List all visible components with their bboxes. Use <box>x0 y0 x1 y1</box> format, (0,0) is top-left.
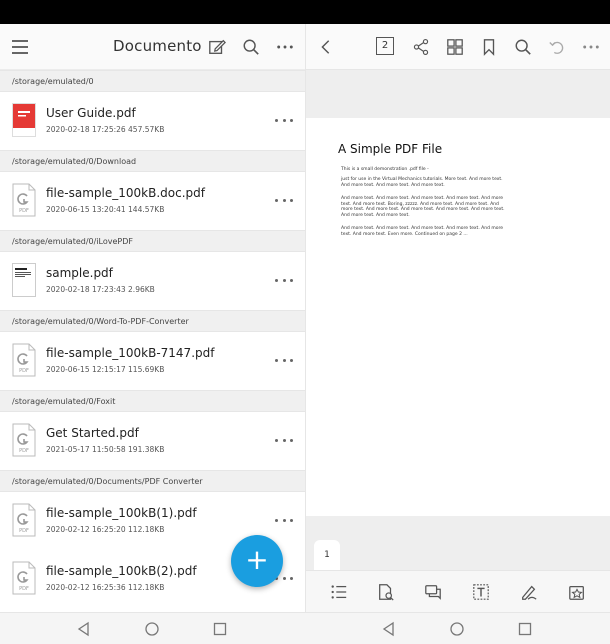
pdf-thumb-label: PDF <box>19 528 29 534</box>
page-indicator-tab[interactable]: 1 <box>314 540 340 570</box>
folder-path-header: /storage/emulated/0/Download <box>0 150 305 172</box>
pdf-file-icon <box>12 103 36 137</box>
file-list: /storage/emulated/0 User Guide.pdf 2020-02… <box>0 70 305 608</box>
pdf-paragraph: And more text. And more text. And more t… <box>341 196 505 218</box>
list-icon[interactable] <box>330 583 348 601</box>
viewer-toolbar: 2 <box>306 24 610 70</box>
undo-icon[interactable] <box>547 37 567 57</box>
signature-icon[interactable] <box>520 583 538 601</box>
search-icon[interactable] <box>241 37 261 57</box>
pdf-thumb-label: PDF <box>19 368 29 374</box>
file-meta: 2020-06-15 12:15:17 115.69KB <box>46 365 165 374</box>
pdf-viewer-pane: 2 A Simple PDF File This is a small demo… <box>305 24 610 612</box>
pdf-paragraph: just for use in the Virtual Mechanics tu… <box>341 177 503 188</box>
file-list-pane: Documento /storage/emulated/0 User Guide.… <box>0 24 305 612</box>
file-meta: 2020-02-18 17:25:26 457.57KB <box>46 125 165 134</box>
viewer-search-icon[interactable] <box>513 37 533 57</box>
folder-path-header: /storage/emulated/0/iLovePDF <box>0 230 305 252</box>
bookmark-icon[interactable] <box>479 37 499 57</box>
file-meta: 2020-06-15 13:20:41 144.57KB <box>46 205 165 214</box>
file-list-toolbar: Documento <box>0 24 305 70</box>
file-name: file-sample_100kB(2).pdf <box>46 564 197 578</box>
file-name: file-sample_100kB-7147.pdf <box>46 346 215 360</box>
nav-recents-icon[interactable] <box>212 621 228 637</box>
file-row[interactable]: PDF Get Started.pdf 2021-05-17 11:50:58 19… <box>0 412 305 470</box>
pdf-file-icon: PDF <box>12 343 36 377</box>
stamp-icon[interactable] <box>568 583 586 601</box>
file-name: Get Started.pdf <box>46 426 139 440</box>
pdf-thumb-label: PDF <box>19 586 29 592</box>
pdf-file-icon: PDF <box>12 183 36 217</box>
page-number-button[interactable]: 2 <box>376 37 394 55</box>
folder-path-header: /storage/emulated/0/Documents/PDF Conver… <box>0 470 305 492</box>
file-name: file-sample_100kB.doc.pdf <box>46 186 205 200</box>
pdf-file-icon: PDF <box>12 561 36 595</box>
nav-home-icon-2[interactable] <box>449 621 465 637</box>
add-fab-button[interactable]: + <box>231 535 283 587</box>
back-icon[interactable] <box>316 37 336 57</box>
file-row[interactable]: PDF file-sample_100kB-7147.pdf 2020-06-15 … <box>0 332 305 390</box>
file-row[interactable]: sample.pdf 2020-02-18 17:23:43 2.96KB <box>0 252 305 310</box>
file-more-icon[interactable] <box>275 113 293 127</box>
thumbnails-grid-icon[interactable] <box>445 37 465 57</box>
file-meta: 2020-02-12 16:25:20 112.18KB <box>46 525 165 534</box>
pdf-file-icon <box>12 263 36 297</box>
annotation-toolbar <box>306 570 610 612</box>
pdf-paragraph: This is a small demonstration .pdf file … <box>341 167 429 172</box>
nav-home-icon[interactable] <box>144 621 160 637</box>
pdf-thumb-label: PDF <box>19 448 29 454</box>
file-more-icon[interactable] <box>275 433 293 447</box>
nav-back-icon-2[interactable] <box>381 621 397 637</box>
nav-recents-icon-2[interactable] <box>517 621 533 637</box>
system-navigation-bar <box>0 612 610 644</box>
share-icon[interactable] <box>411 37 431 57</box>
nav-back-icon[interactable] <box>76 621 92 637</box>
file-name: User Guide.pdf <box>46 106 136 120</box>
file-name: file-sample_100kB(1).pdf <box>46 506 197 520</box>
text-box-icon[interactable] <box>472 583 490 601</box>
comment-icon[interactable] <box>424 583 442 601</box>
file-more-icon[interactable] <box>275 353 293 367</box>
file-meta: 2020-02-12 16:25:36 112.18KB <box>46 583 165 592</box>
menu-icon[interactable] <box>12 40 28 54</box>
app-title: Documento <box>113 37 202 55</box>
folder-path-header: /storage/emulated/0/Word-To-PDF-Converte… <box>0 310 305 332</box>
viewer-more-icon[interactable] <box>581 37 601 57</box>
pdf-thumb-label: PDF <box>19 208 29 214</box>
status-bar <box>0 0 610 24</box>
folder-path-header: /storage/emulated/0 <box>0 70 305 92</box>
file-name: sample.pdf <box>46 266 113 280</box>
more-icon[interactable] <box>275 37 295 57</box>
pdf-page[interactable]: A Simple PDF File This is a small demons… <box>306 118 610 516</box>
file-row[interactable]: User Guide.pdf 2020-02-18 17:25:26 457.57… <box>0 92 305 150</box>
pdf-paragraph: And more text. And more text. And more t… <box>341 226 504 237</box>
file-more-icon[interactable] <box>275 193 293 207</box>
file-more-icon[interactable] <box>275 273 293 287</box>
file-meta: 2020-02-18 17:23:43 2.96KB <box>46 285 155 294</box>
file-meta: 2021-05-17 11:50:58 191.38KB <box>46 445 165 454</box>
pdf-file-icon: PDF <box>12 503 36 537</box>
file-row[interactable]: PDF file-sample_100kB.doc.pdf 2020-06-15 1… <box>0 172 305 230</box>
document-search-icon[interactable] <box>377 583 395 601</box>
file-more-icon[interactable] <box>275 513 293 527</box>
pdf-file-icon: PDF <box>12 423 36 457</box>
edit-icon[interactable] <box>207 37 227 57</box>
folder-path-header: /storage/emulated/0/Foxit <box>0 390 305 412</box>
pdf-page-title: A Simple PDF File <box>338 142 443 156</box>
